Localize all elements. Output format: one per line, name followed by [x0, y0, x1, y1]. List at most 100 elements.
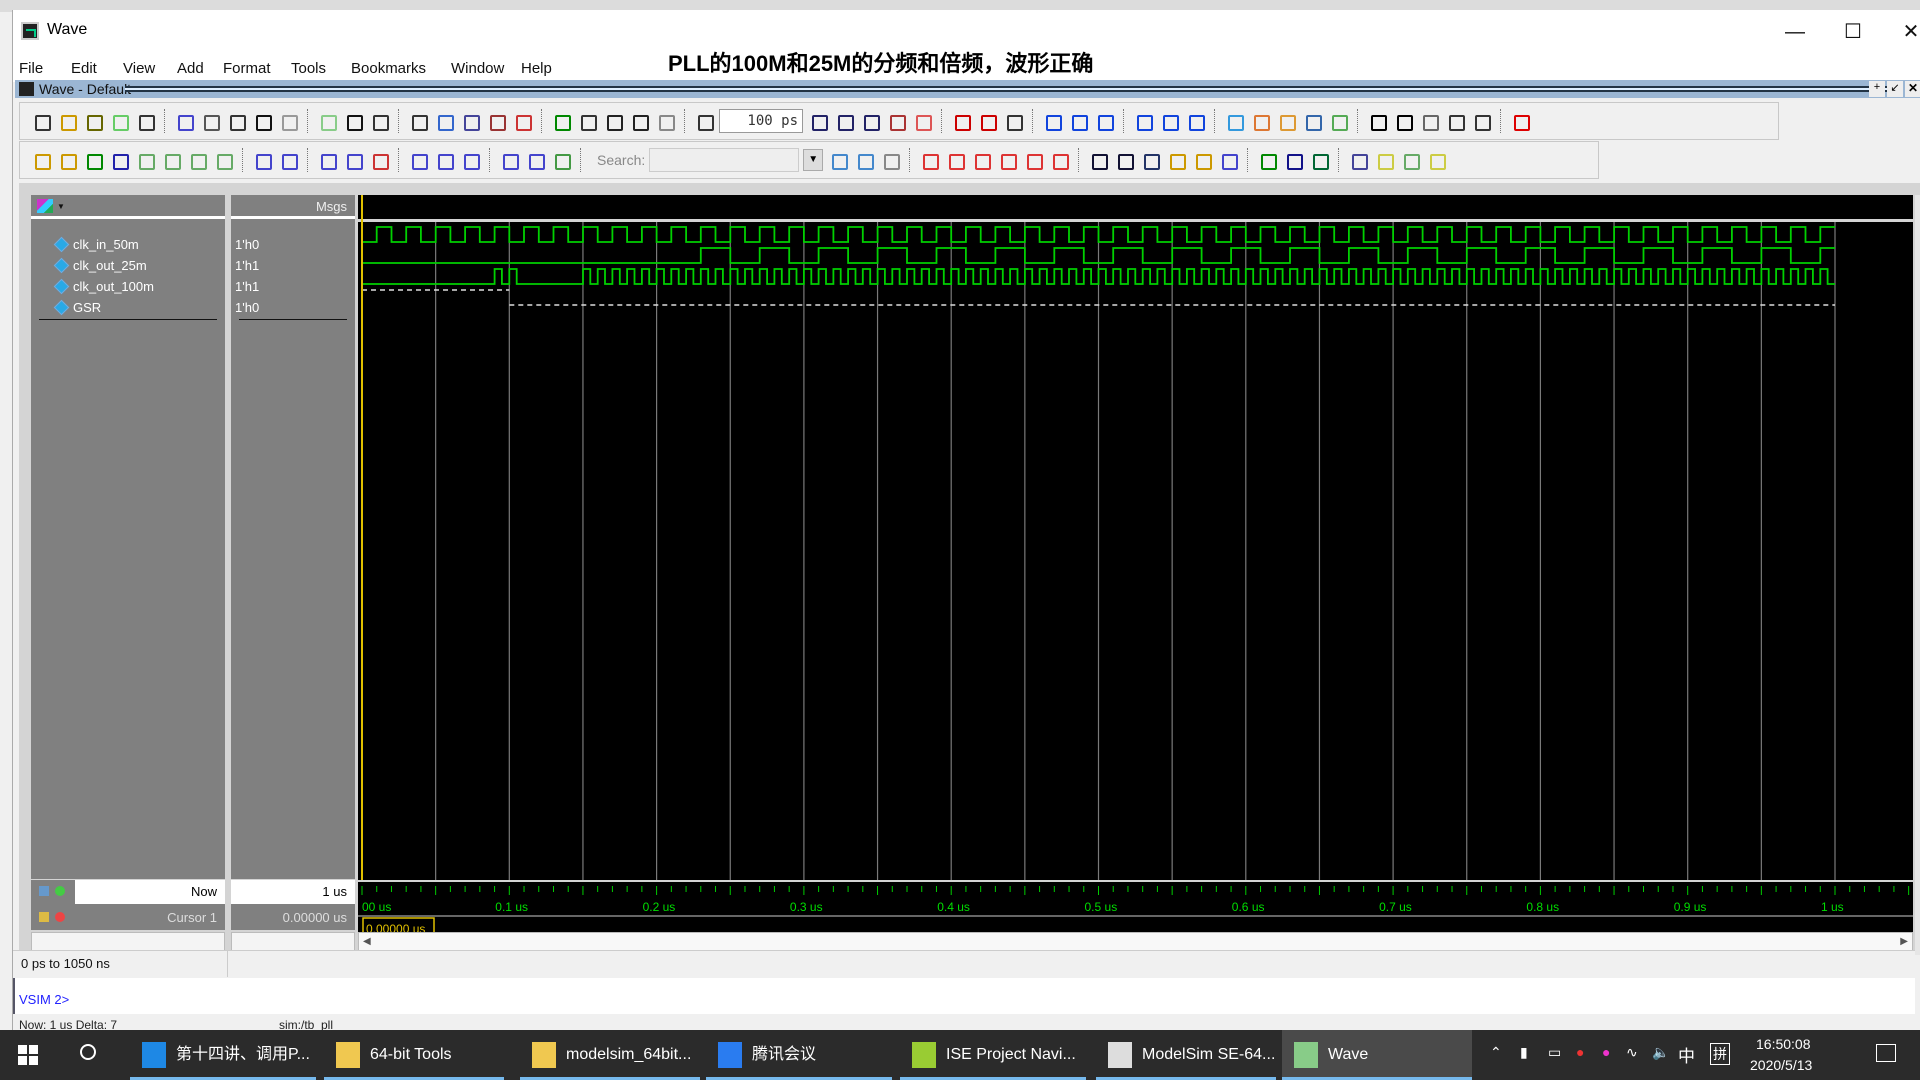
- trace-x-icon[interactable]: [550, 149, 572, 171]
- next-falling-edge-icon[interactable]: [160, 149, 182, 171]
- expand-delta-icon[interactable]: [316, 149, 338, 171]
- search-backward-icon[interactable]: [853, 149, 875, 171]
- undock-icon[interactable]: ↙: [1887, 81, 1903, 97]
- drag-handle[interactable]: [125, 86, 1895, 92]
- qq-icon-2[interactable]: ●: [1602, 1044, 1610, 1060]
- signal-name[interactable]: clk_out_25m: [73, 256, 147, 276]
- lock-icon[interactable]: [39, 912, 49, 922]
- right-arrow-icon[interactable]: [654, 110, 676, 132]
- delete-cursor-icon[interactable]: [56, 149, 78, 171]
- goto-bookmark-icon[interactable]: [1327, 110, 1349, 132]
- menu-add[interactable]: Add: [177, 60, 204, 77]
- select-pointer-icon[interactable]: [1366, 110, 1388, 132]
- save-icon[interactable]: [82, 110, 104, 132]
- restart-icon[interactable]: [693, 110, 715, 132]
- notification-icon[interactable]: [1876, 1044, 1896, 1062]
- previous-rising-edge-icon[interactable]: [186, 149, 208, 171]
- search-options-icon[interactable]: [879, 149, 901, 171]
- taskbar-item[interactable]: Wave: [1282, 1030, 1472, 1080]
- copy-icon[interactable]: [199, 110, 221, 132]
- trace-readers-icon[interactable]: [524, 149, 546, 171]
- remove-bookmark-icon[interactable]: [1249, 110, 1271, 132]
- scroll-left-icon[interactable]: ◀: [363, 936, 371, 947]
- next-rising-edge-icon[interactable]: [212, 149, 234, 171]
- stop-icon[interactable]: [911, 110, 933, 132]
- signal-name[interactable]: clk_out_100m: [73, 277, 154, 297]
- edit-bookmark-icon[interactable]: [1275, 110, 1297, 132]
- menu-view[interactable]: View: [123, 60, 155, 77]
- collapse-time-icon[interactable]: [277, 149, 299, 171]
- run-length-field[interactable]: 100 ps: [719, 109, 803, 133]
- jump-right-icon[interactable]: [996, 149, 1018, 171]
- sim-list-icon[interactable]: [576, 110, 598, 132]
- step-out-back-icon[interactable]: [1184, 110, 1206, 132]
- microphone-icon[interactable]: ▮: [1520, 1044, 1528, 1061]
- battery-icon[interactable]: ▭: [1548, 1044, 1561, 1061]
- step-back-icon[interactable]: [1132, 110, 1154, 132]
- first-bookmark-icon[interactable]: [918, 149, 940, 171]
- next-bookmark-icon[interactable]: [1022, 149, 1044, 171]
- load-dataset-icon[interactable]: [407, 110, 429, 132]
- zoom-mode-icon[interactable]: [1392, 110, 1414, 132]
- wave-single-icon[interactable]: [1256, 149, 1278, 171]
- step-out-icon[interactable]: [1093, 110, 1115, 132]
- expand-delta-all-icon[interactable]: [342, 149, 364, 171]
- windows-start-icon[interactable]: [18, 1045, 38, 1065]
- traffic-light-icon[interactable]: [1509, 110, 1531, 132]
- signal-name[interactable]: GSR: [73, 298, 101, 318]
- search-forward-icon[interactable]: [827, 149, 849, 171]
- scroll-up-icon[interactable]: ▲: [1916, 223, 1920, 237]
- wave-edge-3-icon[interactable]: [1425, 149, 1447, 171]
- search-dropdown-icon[interactable]: ▼: [803, 149, 824, 171]
- step-into-icon[interactable]: [1041, 110, 1063, 132]
- search-icon[interactable]: [80, 1044, 96, 1060]
- reload-icon[interactable]: [108, 110, 130, 132]
- close-button[interactable]: ✕: [1891, 18, 1920, 46]
- transcript[interactable]: VSIM 2>: [13, 978, 1915, 1014]
- wave-edge-2-icon[interactable]: [1399, 149, 1421, 171]
- qq-icon[interactable]: ●: [1576, 1044, 1584, 1060]
- menu-format[interactable]: Format: [223, 60, 271, 77]
- performance-analyzer-icon[interactable]: [950, 110, 972, 132]
- clock-time[interactable]: 16:50:08: [1756, 1036, 1811, 1052]
- open-folder-icon[interactable]: [56, 110, 78, 132]
- maximize-button[interactable]: ☐: [1833, 18, 1873, 46]
- find-icon[interactable]: [342, 110, 364, 132]
- zoom-full-icon[interactable]: [1139, 149, 1161, 171]
- zoom-cursor-icon[interactable]: [1165, 149, 1187, 171]
- continue-icon[interactable]: [833, 110, 855, 132]
- trace-driver-icon[interactable]: [498, 149, 520, 171]
- save-bookmark-icon[interactable]: [1301, 110, 1323, 132]
- dock-icon[interactable]: +: [1869, 81, 1885, 97]
- run-icon[interactable]: [807, 110, 829, 132]
- measure-mode-icon[interactable]: [1444, 110, 1466, 132]
- vertical-scrollbar[interactable]: ▲ ▼: [1915, 195, 1920, 955]
- clock-date[interactable]: 2020/5/13: [1750, 1057, 1812, 1073]
- add-cursor-icon[interactable]: [39, 886, 49, 896]
- taskbar-item[interactable]: modelsim_64bit...: [520, 1030, 700, 1080]
- left-arrow-icon[interactable]: [628, 110, 650, 132]
- chevron-up-icon[interactable]: ⌃: [1490, 1044, 1502, 1061]
- volume-icon[interactable]: 🔈: [1652, 1044, 1669, 1061]
- insert-cursor-icon[interactable]: [30, 149, 52, 171]
- scroll-down-icon[interactable]: ▼: [1916, 855, 1920, 869]
- last-bookmark-icon[interactable]: [1048, 149, 1070, 171]
- redo-icon[interactable]: [277, 110, 299, 132]
- taskbar-item[interactable]: ModelSim SE-64...: [1096, 1030, 1276, 1080]
- add-bookmark-icon[interactable]: [1223, 110, 1245, 132]
- print-icon[interactable]: [134, 110, 156, 132]
- menu-file[interactable]: File: [19, 60, 43, 77]
- edit-mode-icon[interactable]: [1470, 110, 1492, 132]
- memory-profiler-icon[interactable]: [976, 110, 998, 132]
- wave-pulse-icon[interactable]: [1282, 149, 1304, 171]
- link-compile-icon[interactable]: [550, 110, 572, 132]
- chevron-down-icon[interactable]: ▼: [57, 202, 65, 211]
- taskbar-item[interactable]: 64-bit Tools: [324, 1030, 504, 1080]
- wifi-icon[interactable]: ∿: [1626, 1044, 1638, 1061]
- close-pane-icon[interactable]: ✕: [1905, 81, 1920, 97]
- previous-transition-icon[interactable]: [82, 149, 104, 171]
- previous-bookmark-icon[interactable]: [944, 149, 966, 171]
- menu-help[interactable]: Help: [521, 60, 552, 77]
- new-file-icon[interactable]: [30, 110, 52, 132]
- step-over-back-icon[interactable]: [1158, 110, 1180, 132]
